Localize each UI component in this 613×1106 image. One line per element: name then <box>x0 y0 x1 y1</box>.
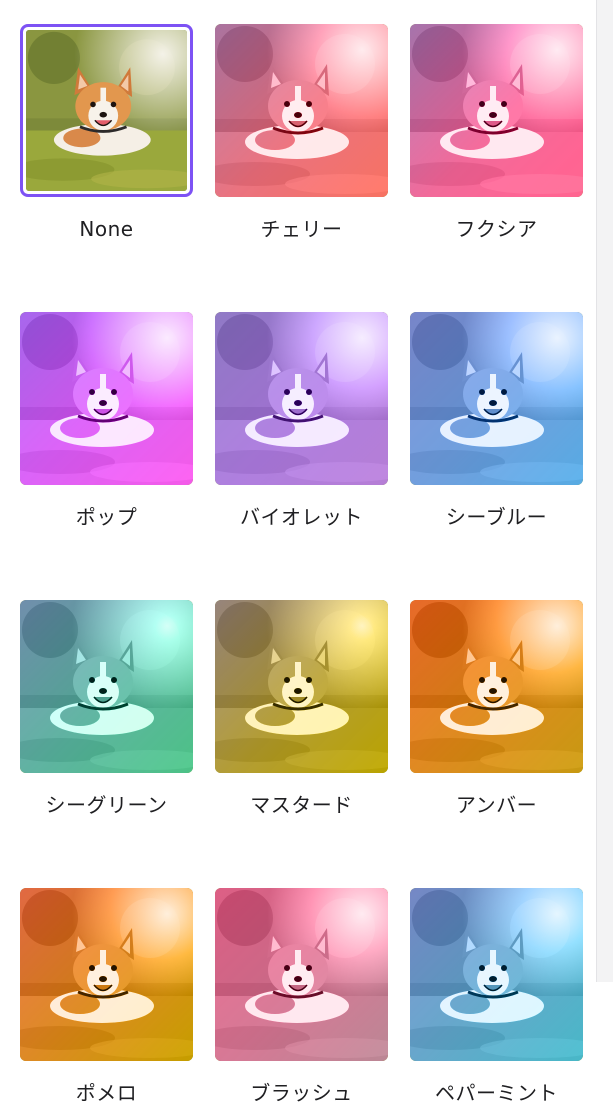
filter-option-fuchsia[interactable]: フクシア <box>410 24 583 242</box>
scrollbar[interactable] <box>596 0 613 982</box>
filter-label: シーグリーン <box>45 793 168 817</box>
filter-color-overlay <box>410 600 583 773</box>
filter-color-overlay <box>215 312 388 485</box>
corgi-photo-image <box>410 600 583 773</box>
filter-color-overlay <box>20 600 193 773</box>
filter-color-overlay <box>410 24 583 197</box>
filter-option-peppermint[interactable]: ペパーミント <box>410 888 583 1106</box>
filter-thumbnail[interactable] <box>20 600 193 773</box>
filter-label: ポメロ <box>75 1081 138 1105</box>
filter-thumbnail[interactable] <box>410 312 583 485</box>
filter-color-overlay <box>20 888 193 1061</box>
filter-thumbnail[interactable] <box>410 888 583 1061</box>
corgi-photo-image <box>215 600 388 773</box>
filter-thumbnail[interactable] <box>20 24 193 197</box>
filter-option-sea-green[interactable]: シーグリーン <box>20 600 193 818</box>
filter-color-overlay <box>215 888 388 1061</box>
filter-thumbnail[interactable] <box>215 312 388 485</box>
filter-panel: None チェリー フクシア ポップ バイオレット シーブルー シーグリーン マ… <box>0 0 594 1105</box>
filter-thumbnail[interactable] <box>215 600 388 773</box>
corgi-photo-image <box>215 888 388 1061</box>
filter-option-cherry[interactable]: チェリー <box>215 24 388 242</box>
corgi-photo-image <box>410 312 583 485</box>
corgi-photo-image <box>410 24 583 197</box>
filter-thumbnail[interactable] <box>20 312 193 485</box>
filter-label: ブラッシュ <box>250 1081 353 1105</box>
filter-thumbnail[interactable] <box>215 888 388 1061</box>
corgi-photo-image <box>215 312 388 485</box>
filter-thumbnail[interactable] <box>410 600 583 773</box>
filter-color-overlay <box>215 600 388 773</box>
filter-color-overlay <box>215 24 388 197</box>
filter-option-pomelo[interactable]: ポメロ <box>20 888 193 1106</box>
filter-option-none[interactable]: None <box>20 24 193 242</box>
filter-label: ペパーミント <box>435 1081 558 1105</box>
filter-label: None <box>79 217 134 241</box>
corgi-photo-image <box>410 888 583 1061</box>
filter-thumbnail[interactable] <box>215 24 388 197</box>
filter-label: フクシア <box>455 217 538 241</box>
filter-option-mustard[interactable]: マスタード <box>215 600 388 818</box>
corgi-photo-image <box>26 30 187 191</box>
filter-option-pop[interactable]: ポップ <box>20 312 193 530</box>
filter-thumbnail[interactable] <box>410 24 583 197</box>
filter-grid: None チェリー フクシア ポップ バイオレット シーブルー シーグリーン マ… <box>20 24 583 1106</box>
filter-color-overlay <box>20 312 193 485</box>
filter-option-violet[interactable]: バイオレット <box>215 312 388 530</box>
filter-option-sea-blue[interactable]: シーブルー <box>410 312 583 530</box>
corgi-photo-image <box>20 888 193 1061</box>
corgi-photo-image <box>20 600 193 773</box>
corgi-photo-image <box>20 312 193 485</box>
filter-label: ポップ <box>75 505 138 529</box>
filter-option-amber[interactable]: アンバー <box>410 600 583 818</box>
filter-label: バイオレット <box>240 505 363 529</box>
filter-label: チェリー <box>260 217 343 241</box>
filter-thumbnail[interactable] <box>20 888 193 1061</box>
filter-label: アンバー <box>455 793 538 817</box>
filter-label: シーブルー <box>445 505 548 529</box>
filter-color-overlay <box>410 312 583 485</box>
filter-color-overlay <box>410 888 583 1061</box>
filter-label: マスタード <box>250 793 353 817</box>
corgi-photo-image <box>215 24 388 197</box>
filter-option-blush[interactable]: ブラッシュ <box>215 888 388 1106</box>
